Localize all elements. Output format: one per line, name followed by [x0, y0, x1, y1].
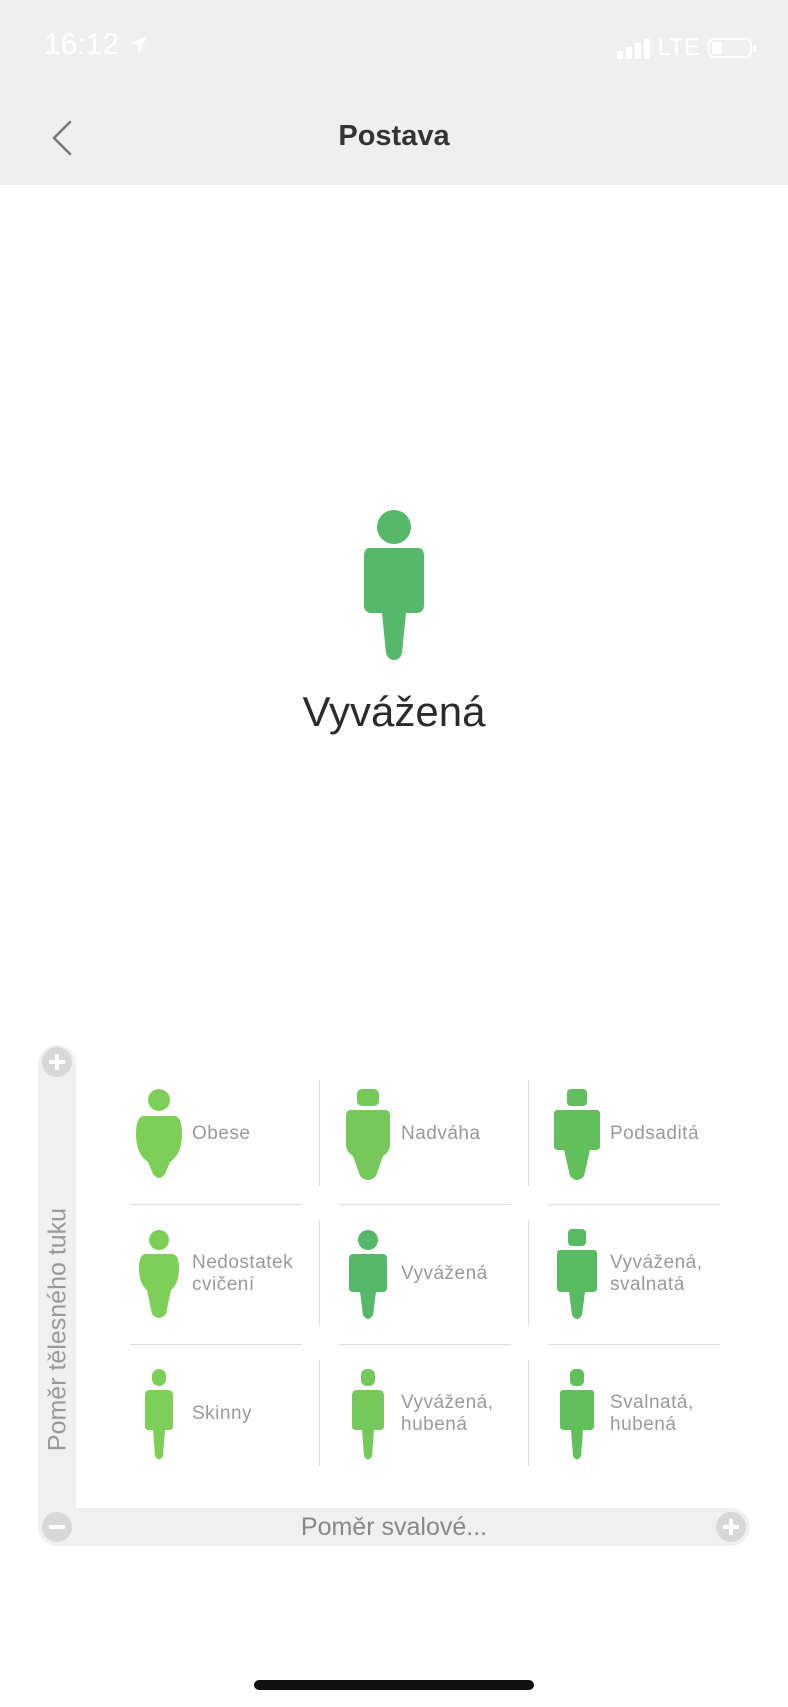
grid-divider	[130, 1344, 302, 1345]
stocky-figure-icon	[554, 1089, 600, 1180]
cell-label: Nadváha	[401, 1123, 481, 1144]
cell-label: Podsaditá	[610, 1123, 700, 1144]
status-indicators: LTE	[616, 34, 756, 62]
cell-label: Vyvážená, hubená	[401, 1392, 494, 1435]
battery-icon	[708, 38, 756, 58]
balanced-figure-icon	[349, 1230, 387, 1319]
nav-header: 16:12 LTE Postava	[0, 0, 788, 185]
status-time-text: 16:12	[44, 28, 120, 61]
grid-divider	[130, 1204, 302, 1205]
body-type-overweight[interactable]: Nadváha	[343, 1074, 533, 1194]
overweight-figure-icon	[346, 1089, 390, 1180]
cell-label: Nedostatek cvičení	[192, 1252, 294, 1295]
cell-label: Obese	[192, 1123, 251, 1144]
home-indicator[interactable]	[254, 1680, 534, 1690]
grid-divider	[548, 1204, 720, 1205]
grid-divider	[339, 1344, 511, 1345]
status-time: 16:12	[44, 28, 149, 62]
signal-icon	[616, 37, 650, 59]
cell-label: Vyvážená, svalnatá	[610, 1252, 703, 1295]
minus-icon[interactable]	[42, 1512, 72, 1542]
cell-label: Vyvážená	[401, 1263, 488, 1284]
location-arrow-icon	[129, 36, 148, 54]
body-type-balanced[interactable]: Vyvážená	[343, 1214, 533, 1334]
body-type-stocky[interactable]: Podsaditá	[552, 1074, 742, 1194]
body-type-lack-of-exercise[interactable]: Nedostatek cvičení	[134, 1214, 324, 1334]
body-type-muscular-thin[interactable]: Svalnatá, hubená	[552, 1354, 742, 1474]
cell-label: Skinny	[192, 1403, 253, 1424]
network-type: LTE	[657, 34, 700, 61]
balanced-muscular-figure-icon	[557, 1229, 597, 1319]
grid-divider	[548, 1344, 720, 1345]
plus-icon[interactable]	[716, 1512, 746, 1542]
body-fat-axis-label: Poměr tělesného tuku	[43, 1207, 72, 1452]
current-body-type: Vyvážená	[302, 688, 486, 735]
body-type-obese[interactable]: Obese	[134, 1074, 324, 1194]
cell-label: Svalnatá, hubená	[610, 1392, 694, 1435]
body-figure-icon	[364, 510, 424, 660]
lack-of-exercise-figure-icon	[139, 1230, 179, 1318]
muscular-thin-figure-icon	[560, 1369, 594, 1460]
obese-figure-icon	[136, 1089, 182, 1178]
body-type-skinny[interactable]: Skinny	[134, 1354, 324, 1474]
grid-divider	[339, 1204, 511, 1205]
balanced-thin-figure-icon	[352, 1369, 384, 1460]
body-type-balanced-muscular[interactable]: Vyvážená, svalnatá	[552, 1214, 742, 1334]
skinny-figure-icon	[145, 1369, 173, 1460]
muscle-axis: Poměr svalové...	[38, 1508, 750, 1546]
body-fat-axis: Poměr tělesného tuku	[38, 1045, 76, 1545]
page-title: Postava	[338, 120, 450, 152]
plus-icon[interactable]	[42, 1047, 72, 1077]
muscle-axis-label: Poměr svalové...	[300, 1513, 488, 1541]
body-type-balanced-thin[interactable]: Vyvážená, hubená	[343, 1354, 533, 1474]
